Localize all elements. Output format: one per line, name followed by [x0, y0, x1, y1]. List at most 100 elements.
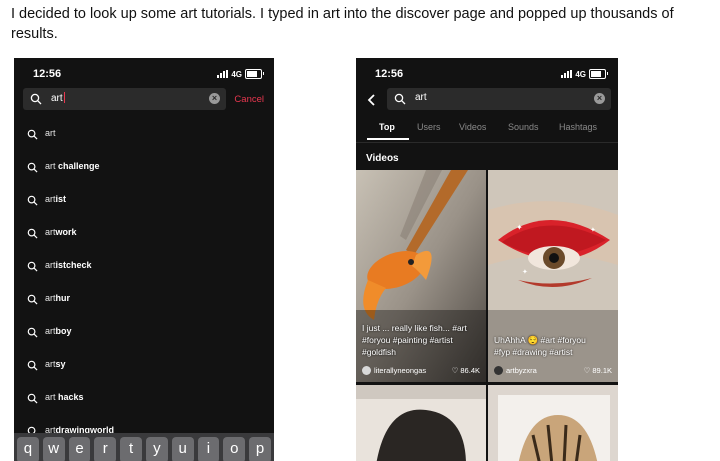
- key-w[interactable]: w: [42, 437, 65, 461]
- status-bar: 12:56 4G: [14, 68, 274, 82]
- suggestion-item[interactable]: art hacks: [14, 382, 274, 414]
- suggestion-item[interactable]: artboy: [14, 316, 274, 348]
- search-suggestions-screen: 12:56 4G art × Cancel art art challenge …: [14, 58, 274, 461]
- like-count: 89.1K: [592, 366, 612, 375]
- search-icon: [30, 93, 42, 105]
- suggestion-suffix: istcheck: [55, 260, 92, 270]
- tab-hashtags[interactable]: Hashtags: [559, 122, 597, 132]
- video-tile[interactable]: I just ... really like fish... #art #for…: [356, 170, 486, 382]
- caption-line: I just ... really like fish... #art: [362, 323, 467, 333]
- caption-line: UhAhhA 😌 #art #foryou: [494, 335, 586, 345]
- tab-sounds[interactable]: Sounds: [508, 122, 539, 132]
- svg-text:✦: ✦: [590, 226, 596, 234]
- search-input[interactable]: art ×: [387, 88, 611, 110]
- suggestion-prefix: art: [45, 161, 56, 171]
- video-tile[interactable]: [356, 385, 486, 461]
- divider: [356, 142, 618, 143]
- search-query: art: [415, 92, 427, 103]
- suggestion-suffix: work: [55, 227, 77, 237]
- tab-users[interactable]: Users: [417, 122, 441, 132]
- suggestion-suffix: hur: [55, 293, 71, 303]
- search-icon: [27, 261, 38, 272]
- key-u[interactable]: u: [171, 437, 194, 461]
- network-label: 4G: [575, 69, 586, 79]
- suggestion-prefix: art: [45, 128, 56, 138]
- suggestion-suffix: sy: [55, 359, 66, 369]
- svg-text:✦: ✦: [522, 268, 528, 276]
- tab-top[interactable]: Top: [379, 122, 395, 132]
- heart-icon: ♡: [451, 366, 459, 375]
- suggestion-item[interactable]: artist: [14, 184, 274, 216]
- battery-icon: [245, 69, 264, 79]
- text-caret: [63, 92, 65, 103]
- suggestion-item[interactable]: art: [14, 118, 274, 150]
- avatar: [494, 366, 503, 375]
- video-caption: UhAhhA 😌 #art #foryou #fyp #drawing #art…: [494, 334, 586, 358]
- section-title: Videos: [366, 153, 399, 164]
- video-tile[interactable]: ✦ ✦ ✦ UhAhhA 😌 #art #foryou #fyp #drawin…: [488, 170, 618, 382]
- clock: 12:56: [375, 68, 404, 80]
- active-tab-indicator: [367, 138, 409, 140]
- search-icon: [27, 393, 38, 404]
- status-bar: 12:56 4G: [356, 68, 618, 82]
- clear-search-icon[interactable]: ×: [594, 93, 605, 104]
- tab-videos[interactable]: Videos: [459, 122, 486, 132]
- video-thumbnail: [488, 385, 618, 461]
- suggestion-suffix: ist: [55, 194, 67, 204]
- back-arrow-icon[interactable]: [365, 93, 379, 107]
- svg-text:✦: ✦: [516, 223, 523, 232]
- key-o[interactable]: o: [223, 437, 246, 461]
- caption-text: I decided to look up some art tutorials.…: [11, 6, 674, 42]
- search-icon: [394, 93, 406, 105]
- suggestion-suffix: challenge: [55, 161, 100, 171]
- suggestion-item[interactable]: artistcheck: [14, 250, 274, 282]
- key-e[interactable]: e: [68, 437, 91, 461]
- search-icon: [27, 228, 38, 239]
- signal-icon: [561, 70, 573, 78]
- key-t[interactable]: t: [120, 437, 142, 461]
- suggestion-prefix: art: [45, 326, 56, 336]
- caption-line: #foryou #painting #artist: [362, 335, 453, 345]
- suggestion-item[interactable]: artwork: [14, 217, 274, 249]
- suggestion-item[interactable]: artsy: [14, 349, 274, 381]
- heart-icon: ♡: [583, 366, 591, 375]
- keyboard: q w e r t y u i o p: [14, 433, 274, 461]
- search-icon: [27, 162, 38, 173]
- search-query: art: [51, 93, 63, 104]
- clock: 12:56: [33, 68, 62, 80]
- suggestion-item[interactable]: arthur: [14, 283, 274, 315]
- suggestion-suffix: hacks: [55, 392, 84, 402]
- video-caption: I just ... really like fish... #art #for…: [362, 322, 467, 358]
- key-y[interactable]: y: [145, 437, 168, 461]
- search-icon: [27, 294, 38, 305]
- signal-icon: [217, 70, 229, 78]
- username: artbyzxra: [506, 366, 537, 375]
- suggestion-prefix: art: [45, 392, 56, 402]
- battery-icon: [589, 69, 608, 79]
- username: literallyneongas: [374, 366, 427, 375]
- video-tile[interactable]: [488, 385, 618, 461]
- avatar: [362, 366, 371, 375]
- caption-line: #goldfish: [362, 347, 397, 357]
- key-r[interactable]: r: [94, 437, 117, 461]
- suggestion-prefix: art: [45, 293, 56, 303]
- search-results-screen: 12:56 4G art × Top Users Videos Sounds H…: [356, 58, 618, 461]
- suggestion-prefix: art: [45, 260, 56, 270]
- caption-line: #fyp #drawing #artist: [494, 347, 573, 357]
- suggestion-prefix: art: [45, 359, 56, 369]
- key-p[interactable]: p: [249, 437, 271, 461]
- suggestion-item[interactable]: art challenge: [14, 151, 274, 183]
- cancel-button[interactable]: Cancel: [234, 94, 264, 105]
- search-icon: [27, 195, 38, 206]
- key-i[interactable]: i: [197, 437, 220, 461]
- video-thumbnail: [356, 385, 486, 461]
- clear-search-icon[interactable]: ×: [209, 93, 220, 104]
- suggestion-prefix: art: [45, 194, 56, 204]
- video-meta: literallyneongas ♡ 86.4K: [362, 366, 480, 375]
- search-icon: [27, 129, 38, 140]
- search-input[interactable]: art ×: [23, 88, 226, 110]
- suggestion-prefix: art: [45, 227, 56, 237]
- like-count: 86.4K: [460, 366, 480, 375]
- key-q[interactable]: q: [17, 437, 39, 461]
- network-label: 4G: [231, 69, 242, 79]
